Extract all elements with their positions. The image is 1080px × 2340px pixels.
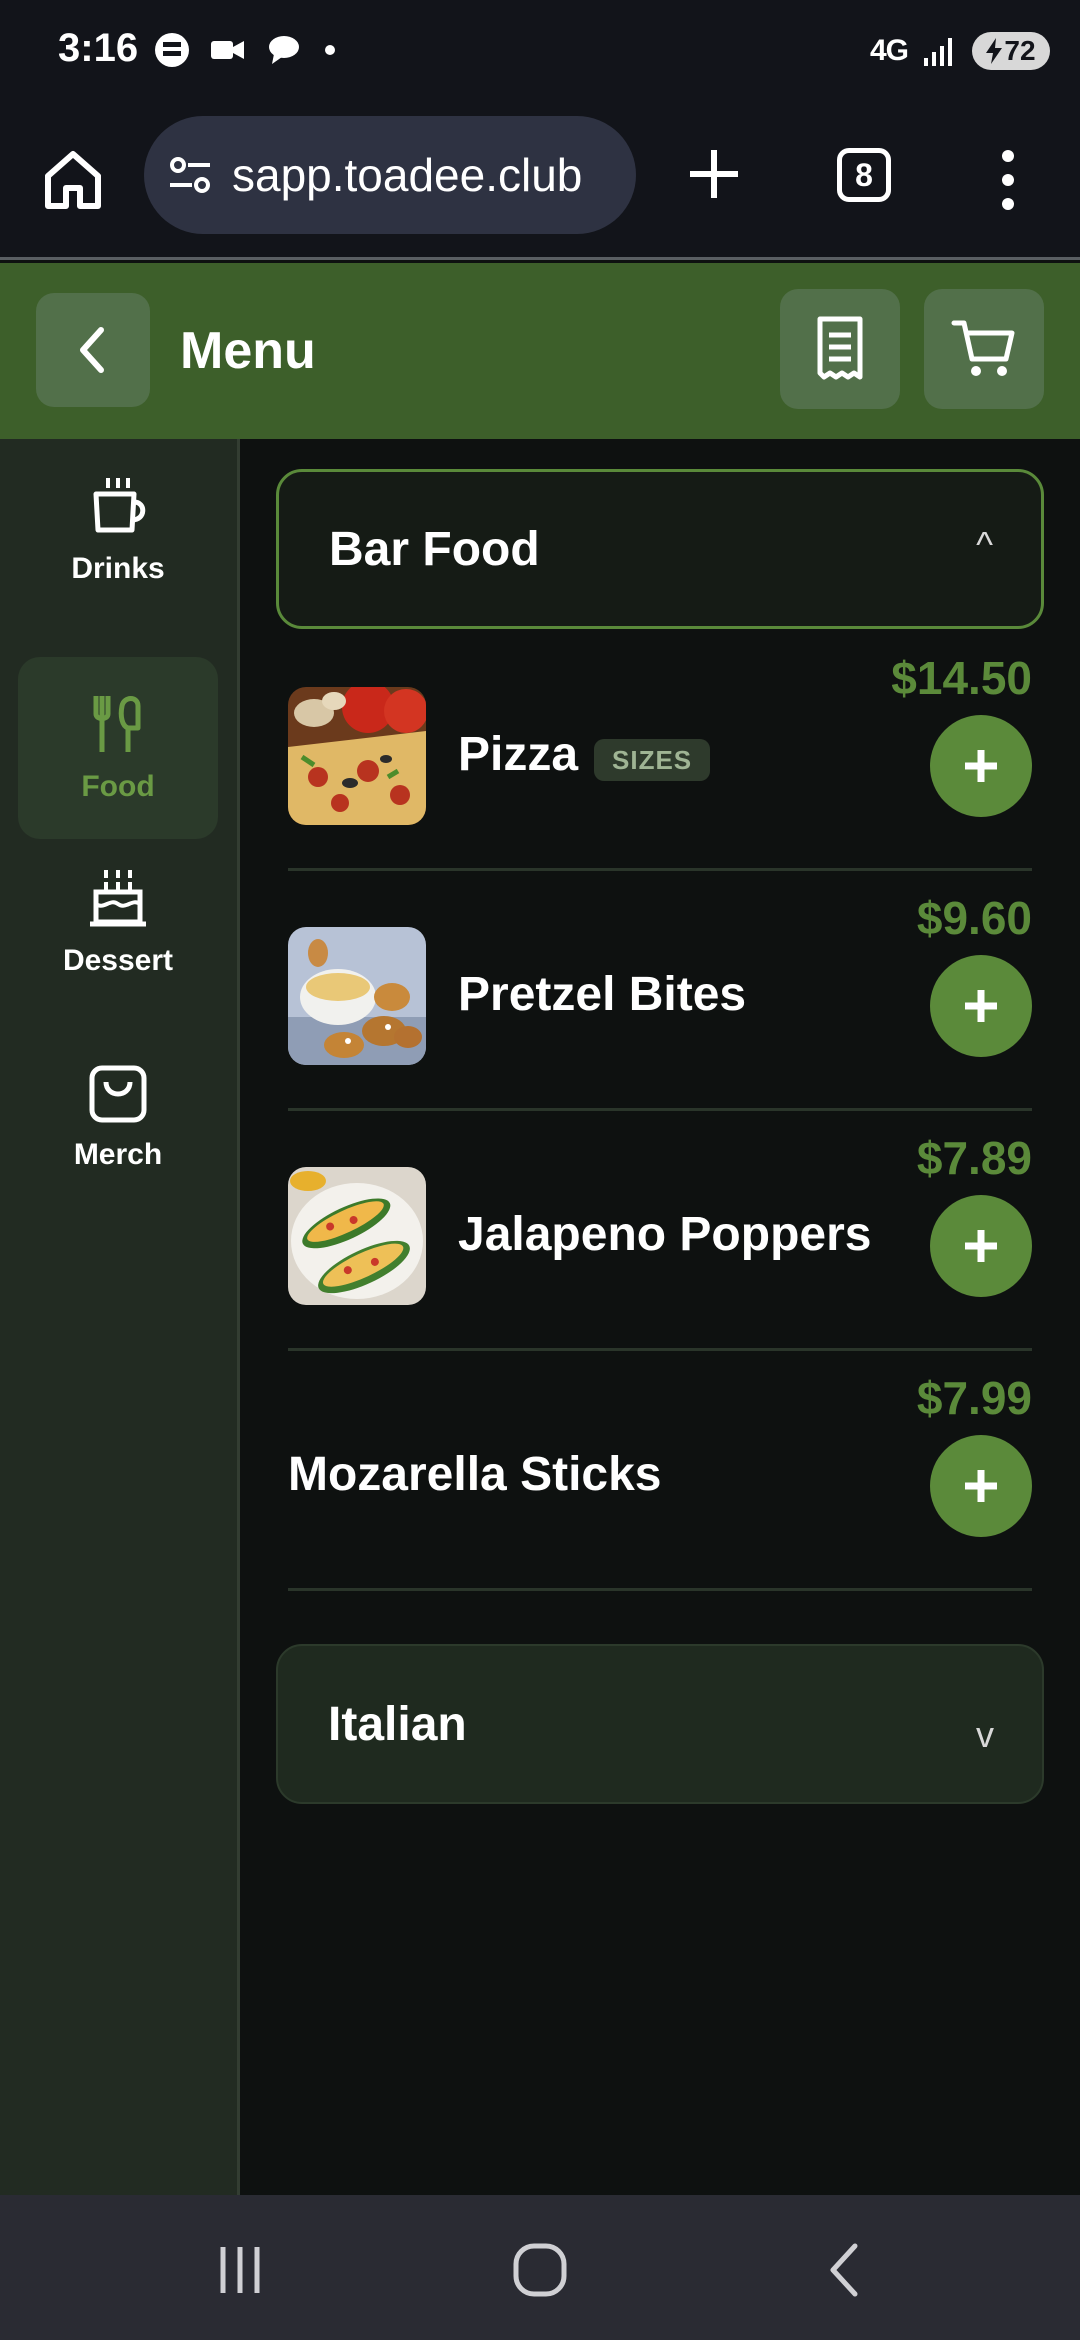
address-bar[interactable]: sapp.toadee.club bbox=[144, 116, 636, 234]
add-to-cart-button[interactable] bbox=[930, 1435, 1032, 1537]
shopping-cart-icon bbox=[951, 320, 1015, 376]
status-time: 3:16 bbox=[58, 26, 139, 70]
section-title: Bar Food bbox=[329, 522, 540, 576]
section-header-italian[interactable]: Italian v bbox=[276, 1644, 1044, 1804]
plus-icon bbox=[965, 990, 997, 1022]
receipt-icon bbox=[817, 316, 863, 380]
pizza-image bbox=[288, 687, 426, 825]
back-button[interactable] bbox=[36, 293, 150, 407]
url-text: sapp.toadee.club bbox=[232, 149, 583, 201]
chevron-left-icon bbox=[80, 327, 104, 373]
pretzel-bites-image bbox=[288, 927, 426, 1065]
menu-item-jalapeno-poppers[interactable]: Jalapeno Poppers $7.89 bbox=[288, 1111, 1032, 1351]
add-to-cart-button[interactable] bbox=[930, 1195, 1032, 1297]
item-name: Jalapeno Poppers bbox=[458, 1208, 872, 1261]
category-drinks[interactable]: Drinks bbox=[18, 439, 218, 621]
tab-switcher-button[interactable]: 8 bbox=[837, 148, 891, 202]
chat-bubble-icon bbox=[269, 36, 299, 64]
plus-icon bbox=[965, 1230, 997, 1262]
battery-level: 72 bbox=[1004, 35, 1036, 66]
system-home-button[interactable] bbox=[505, 2235, 575, 2305]
video-call-icon bbox=[211, 41, 244, 59]
item-price: $14.50 bbox=[891, 652, 1032, 704]
category-merch[interactable]: Merch bbox=[18, 1025, 218, 1207]
item-price: $7.89 bbox=[916, 1132, 1032, 1184]
section-title: Italian bbox=[328, 1697, 467, 1751]
status-bar: 3:16 4G 72 bbox=[0, 0, 1080, 108]
menu-content: Bar Food ^ Pizza SIZES $14.50 Pretzel Bi… bbox=[240, 439, 1080, 2195]
plus-icon bbox=[965, 1470, 997, 1502]
charging-bolt-icon bbox=[986, 38, 1003, 64]
category-label: Drinks bbox=[71, 552, 165, 585]
app-notification-icon bbox=[155, 33, 189, 67]
utensils-icon bbox=[93, 696, 141, 752]
recent-apps-icon bbox=[220, 2247, 260, 2293]
system-icons: 4G 72 bbox=[870, 32, 1050, 70]
more-dot-icon bbox=[1002, 150, 1014, 162]
network-label: 4G bbox=[869, 34, 909, 67]
add-to-cart-button[interactable] bbox=[930, 715, 1032, 817]
jalapeno-poppers-image bbox=[288, 1167, 426, 1305]
new-tab-button[interactable] bbox=[686, 146, 742, 202]
notification-icons bbox=[152, 30, 340, 70]
section-header-bar-food[interactable]: Bar Food ^ bbox=[276, 469, 1044, 629]
plus-icon bbox=[965, 750, 997, 782]
menu-item-pizza[interactable]: Pizza SIZES $14.50 bbox=[288, 631, 1032, 871]
category-label: Food bbox=[81, 770, 155, 803]
home-circle-icon bbox=[513, 2243, 567, 2297]
item-name: Pizza bbox=[458, 728, 579, 781]
category-food[interactable]: Food bbox=[18, 657, 218, 839]
orders-button[interactable] bbox=[780, 289, 900, 409]
browser-menu-button[interactable] bbox=[990, 150, 1026, 210]
item-name: Mozarella Sticks bbox=[288, 1448, 662, 1501]
more-dot-icon bbox=[1002, 174, 1014, 186]
category-label: Dessert bbox=[62, 944, 174, 977]
plus-icon bbox=[690, 150, 738, 198]
recent-apps-button[interactable] bbox=[205, 2235, 275, 2305]
cake-icon bbox=[90, 870, 146, 927]
browser-home-button[interactable] bbox=[40, 146, 106, 212]
browser-toolbar: sapp.toadee.club 8 bbox=[0, 108, 1080, 260]
item-price: $7.99 bbox=[916, 1372, 1032, 1424]
menu-item-pretzel-bites[interactable]: Pretzel Bites $9.60 bbox=[288, 871, 1032, 1111]
home-icon bbox=[45, 151, 101, 209]
category-sidebar: Drinks Food Dessert Merch bbox=[0, 439, 240, 2195]
chevron-up-icon: ^ bbox=[976, 524, 993, 565]
more-dot-icon bbox=[1002, 198, 1014, 210]
cart-button[interactable] bbox=[924, 289, 1044, 409]
coffee-cup-icon bbox=[93, 478, 146, 533]
category-label: Merch bbox=[73, 1138, 163, 1171]
shopping-bag-icon bbox=[89, 1065, 147, 1123]
item-name: Pretzel Bites bbox=[458, 968, 747, 1021]
system-navigation-bar bbox=[0, 2195, 1080, 2340]
chevron-down-icon: v bbox=[976, 1714, 994, 1755]
menu-item-mozarella-sticks[interactable]: Mozarella Sticks $7.99 bbox=[288, 1351, 1032, 1591]
category-dessert[interactable]: Dessert bbox=[18, 831, 218, 1013]
signal-icon bbox=[924, 38, 952, 66]
app-header: Menu bbox=[0, 263, 1080, 439]
dot-icon bbox=[325, 45, 335, 55]
site-settings-icon bbox=[170, 157, 210, 193]
page-title: Menu bbox=[180, 322, 316, 380]
sizes-badge: SIZES bbox=[594, 739, 711, 781]
battery-indicator: 72 bbox=[972, 32, 1050, 70]
add-to-cart-button[interactable] bbox=[930, 955, 1032, 1057]
item-price: $9.60 bbox=[916, 892, 1032, 944]
back-arrow-icon bbox=[830, 2243, 858, 2297]
system-back-button[interactable] bbox=[810, 2235, 880, 2305]
